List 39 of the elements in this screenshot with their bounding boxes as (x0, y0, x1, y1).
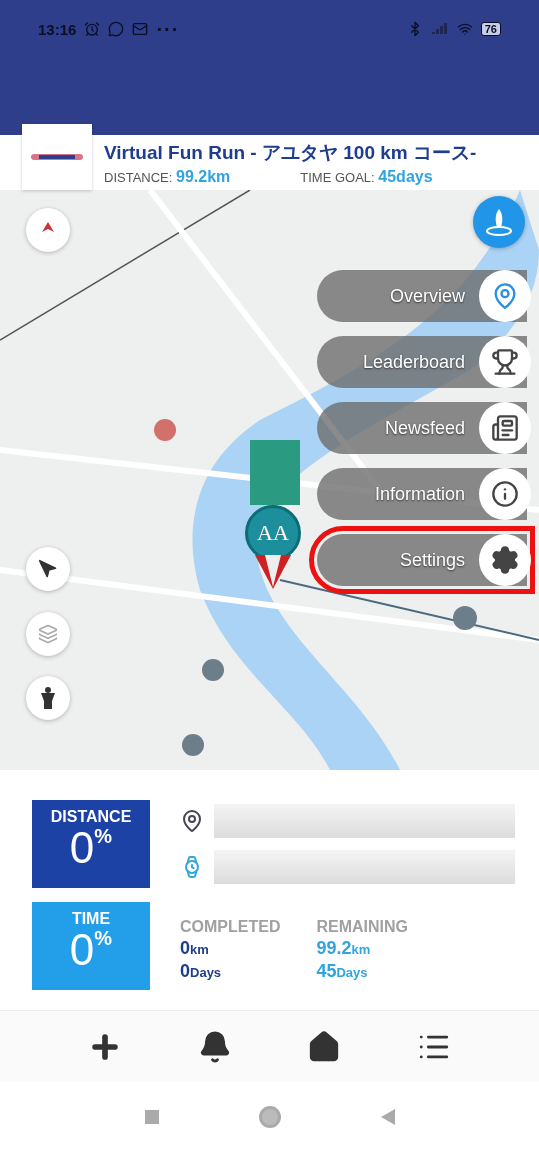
alarm-icon (84, 21, 101, 37)
tile-value: 0$^{%}$ (69, 826, 113, 870)
mail-icon (132, 21, 149, 37)
info-icon (479, 468, 531, 520)
distance-goal: DISTANCE: 99.2km (104, 167, 231, 186)
stat-value: 0km (180, 938, 210, 959)
stat-value: 99.2km (316, 938, 372, 959)
temple-marker (182, 734, 204, 756)
newspaper-icon (479, 402, 531, 454)
rocket-icon (484, 207, 514, 237)
place-marker (453, 606, 477, 630)
time-goal: TIME GOAL: 45days (300, 167, 433, 186)
wifi-icon (456, 21, 473, 37)
chat-icon (108, 21, 125, 37)
signal-icon (430, 22, 449, 36)
navigation-arrow-icon (38, 559, 58, 579)
column-heading: COMPLETED (180, 918, 281, 936)
stat-value: 45Days (316, 961, 369, 982)
column-heading: REMAINING (316, 918, 408, 936)
status-time: 13:16 (38, 20, 77, 38)
station-marker (250, 440, 300, 505)
locate-button[interactable] (26, 547, 70, 591)
hospital-marker (154, 419, 176, 441)
person-icon (41, 687, 55, 709)
route-pin-icon (479, 270, 531, 322)
tile-label: TIME (71, 910, 111, 928)
stat-value: 0Days (180, 961, 223, 982)
tile-value: 0$^{%}$ (69, 928, 113, 972)
temple-marker (202, 659, 224, 681)
tile-label: DISTANCE (50, 808, 132, 826)
marker-pin-icon (255, 555, 291, 591)
street-view-button[interactable] (26, 676, 70, 720)
trophy-icon (479, 336, 531, 388)
more-notifications: ··· (156, 17, 180, 41)
battery-indicator: 76 (480, 22, 501, 36)
layers-icon (38, 624, 58, 644)
pin-icon (180, 809, 204, 833)
course-title: Virtual Fun Run - アユタヤ 100 km コース- (104, 140, 477, 165)
start-button[interactable] (473, 196, 525, 248)
